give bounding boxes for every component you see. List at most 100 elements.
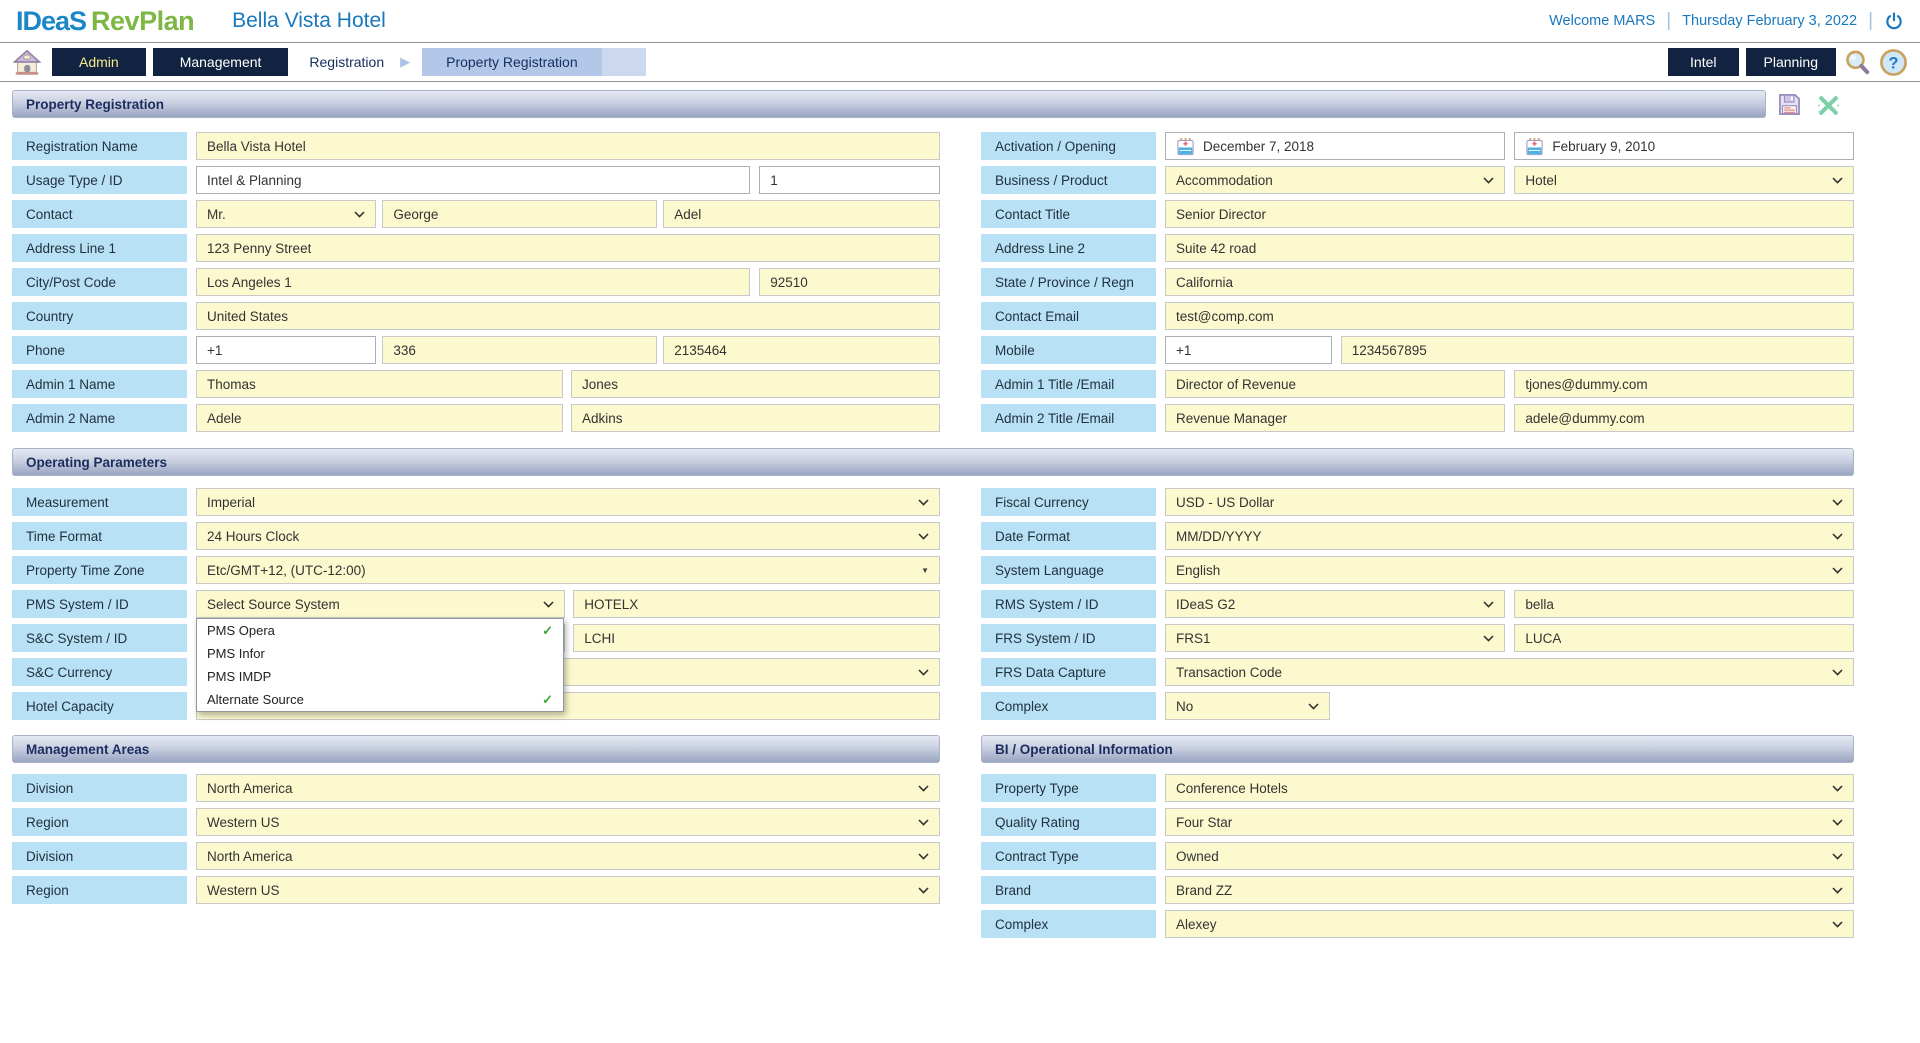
s-c-system-id-label: S&C System / ID bbox=[12, 624, 187, 652]
sc-id-input-value: LCHI bbox=[584, 631, 615, 646]
section-title: BI / Operational Information bbox=[995, 742, 1173, 757]
frs-id-input[interactable]: LUCA bbox=[1514, 624, 1854, 652]
form-fields: North America bbox=[196, 774, 940, 802]
form-fields: Suite 42 road bbox=[1165, 234, 1854, 262]
close-icon[interactable] bbox=[1815, 92, 1842, 119]
chevron-down-icon bbox=[1832, 785, 1843, 792]
nav-tab-management[interactable]: Management bbox=[153, 48, 289, 76]
date-format-select[interactable]: MM/DD/YYYY bbox=[1165, 522, 1854, 550]
phone-area-input[interactable]: 336 bbox=[382, 336, 657, 364]
phone-country-code-input[interactable]: +1 bbox=[196, 336, 376, 364]
frs-data-capture-select[interactable]: Transaction Code bbox=[1165, 658, 1854, 686]
property-time-zone-select[interactable]: Etc/GMT+12, (UTC-12:00)▼ bbox=[196, 556, 940, 584]
property-type-select[interactable]: Conference Hotels bbox=[1165, 774, 1854, 802]
complex-bi-select[interactable]: Alexey bbox=[1165, 910, 1854, 938]
system-language-select[interactable]: English bbox=[1165, 556, 1854, 584]
search-icon[interactable] bbox=[1843, 48, 1872, 77]
form-fields: Senior Director bbox=[1165, 200, 1854, 228]
brand-select-value: Brand ZZ bbox=[1176, 883, 1232, 898]
save-icon[interactable] bbox=[1776, 91, 1803, 118]
admin1-first-name-input[interactable]: Thomas bbox=[196, 370, 563, 398]
time-format-select[interactable]: 24 Hours Clock bbox=[196, 522, 940, 550]
measurement-select[interactable]: Imperial bbox=[196, 488, 940, 516]
region-1-select[interactable]: Western US bbox=[196, 808, 940, 836]
admin1-title-input[interactable]: Director of Revenue bbox=[1165, 370, 1505, 398]
home-icon[interactable] bbox=[12, 47, 42, 77]
rms-id-input[interactable]: bella bbox=[1514, 590, 1854, 618]
pms-system-select[interactable]: Select Source System bbox=[196, 590, 565, 618]
admin1-last-name-input[interactable]: Jones bbox=[571, 370, 940, 398]
pms-system-select-value: Select Source System bbox=[207, 597, 340, 612]
rms-system-select[interactable]: IDeaS G2 bbox=[1165, 590, 1505, 618]
form-row: FRS Data CaptureTransaction Code bbox=[981, 658, 1854, 686]
brand-select[interactable]: Brand ZZ bbox=[1165, 876, 1854, 904]
page-title: Bella Vista Hotel bbox=[232, 9, 386, 33]
country-input[interactable]: United States bbox=[196, 302, 940, 330]
admin1-email-input[interactable]: tjones@dummy.com bbox=[1514, 370, 1854, 398]
registration-name-input[interactable]: Bella Vista Hotel bbox=[196, 132, 940, 160]
dropdown-option-pms-opera[interactable]: PMS Opera✓ bbox=[197, 619, 563, 642]
form-row: Usage Type / IDIntel & Planning1 bbox=[12, 166, 940, 194]
dropdown-option-alternate-source[interactable]: Alternate Source✓ bbox=[197, 688, 563, 711]
contact-email-input[interactable]: test@comp.com bbox=[1165, 302, 1854, 330]
mobile-country-code-input[interactable]: +1 bbox=[1165, 336, 1332, 364]
check-icon: ✓ bbox=[542, 692, 553, 708]
usage-id-input[interactable]: 1 bbox=[759, 166, 940, 194]
nav-tab-intel[interactable]: Intel bbox=[1668, 48, 1738, 76]
admin2-email-input[interactable]: adele@dummy.com bbox=[1514, 404, 1854, 432]
welcome-link[interactable]: Welcome MARS bbox=[1549, 13, 1655, 29]
product-select[interactable]: Hotel bbox=[1514, 166, 1854, 194]
nav-tab-planning[interactable]: Planning bbox=[1746, 48, 1837, 76]
division-2-select[interactable]: North America bbox=[196, 842, 940, 870]
admin2-title-input[interactable]: Revenue Manager bbox=[1165, 404, 1505, 432]
contact-last-name-input[interactable]: Adel bbox=[663, 200, 940, 228]
address-line-2-input-value: Suite 42 road bbox=[1176, 241, 1256, 256]
admin-1-name-label: Admin 1 Name bbox=[12, 370, 187, 398]
state-input[interactable]: California bbox=[1165, 268, 1854, 296]
calendar-icon[interactable] bbox=[1525, 137, 1544, 156]
region-2-select[interactable]: Western US bbox=[196, 876, 940, 904]
admin2-first-name-input[interactable]: Adele bbox=[196, 404, 563, 432]
sc-id-input[interactable]: LCHI bbox=[573, 624, 940, 652]
power-icon[interactable] bbox=[1884, 11, 1904, 31]
contact-title-input[interactable]: Senior Director bbox=[1165, 200, 1854, 228]
breadcrumb-registration[interactable]: Registration bbox=[295, 54, 400, 70]
mobile-number-input[interactable]: 1234567895 bbox=[1341, 336, 1854, 364]
contract-type-select[interactable]: Owned bbox=[1165, 842, 1854, 870]
admin-1-title-email-label: Admin 1 Title /Email bbox=[981, 370, 1156, 398]
form-row: ComplexAlexey bbox=[981, 910, 1854, 938]
usage-type-input[interactable]: Intel & Planning bbox=[196, 166, 750, 194]
fiscal-currency-select[interactable]: USD - US Dollar bbox=[1165, 488, 1854, 516]
calendar-icon[interactable] bbox=[1176, 137, 1195, 156]
address-line-1-input[interactable]: 123 Penny Street bbox=[196, 234, 940, 262]
complex-select[interactable]: No bbox=[1165, 692, 1330, 720]
dropdown-option-pms-imdp[interactable]: PMS IMDP bbox=[197, 665, 563, 688]
form-fields: Bella Vista Hotel bbox=[196, 132, 940, 160]
dropdown-option-pms-infor[interactable]: PMS Infor bbox=[197, 642, 563, 665]
division-2-select-value: North America bbox=[207, 849, 293, 864]
activation-date-input[interactable]: December 7, 2018 bbox=[1165, 132, 1505, 160]
post-code-input[interactable]: 92510 bbox=[759, 268, 940, 296]
fiscal-currency-label: Fiscal Currency bbox=[981, 488, 1156, 516]
contact-salutation-select[interactable]: Mr. bbox=[196, 200, 376, 228]
opening-date-input[interactable]: February 9, 2010 bbox=[1514, 132, 1854, 160]
phone-number-input[interactable]: 2135464 bbox=[663, 336, 940, 364]
form-row: BrandBrand ZZ bbox=[981, 876, 1854, 904]
admin1-title-input-value: Director of Revenue bbox=[1176, 377, 1296, 392]
pms-id-input[interactable]: HOTELX bbox=[573, 590, 940, 618]
admin2-last-name-input[interactable]: Adkins bbox=[571, 404, 940, 432]
division-1-select[interactable]: North America bbox=[196, 774, 940, 802]
city-input[interactable]: Los Angeles 1 bbox=[196, 268, 750, 296]
quality-rating-select[interactable]: Four Star bbox=[1165, 808, 1854, 836]
current-date: Thursday February 3, 2022 bbox=[1682, 13, 1857, 29]
nav-tab-admin[interactable]: Admin bbox=[52, 48, 146, 76]
help-icon[interactable]: ? bbox=[1879, 48, 1908, 77]
contact-first-name-input[interactable]: George bbox=[382, 200, 657, 228]
admin2-email-input-value: adele@dummy.com bbox=[1525, 411, 1644, 426]
hotel-capacity-label: Hotel Capacity bbox=[12, 692, 187, 720]
address-line-2-input[interactable]: Suite 42 road bbox=[1165, 234, 1854, 262]
chevron-down-icon bbox=[1832, 669, 1843, 676]
ideas-logo: IDeaS bbox=[16, 6, 86, 37]
business-select[interactable]: Accommodation bbox=[1165, 166, 1505, 194]
frs-system-select[interactable]: FRS1 bbox=[1165, 624, 1505, 652]
